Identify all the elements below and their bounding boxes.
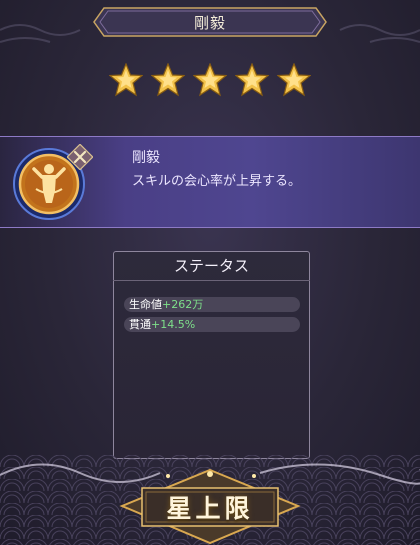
star-icon — [109, 63, 143, 97]
star-limit-button[interactable]: 星上限 — [118, 468, 302, 545]
star-icon — [193, 63, 227, 97]
stat-value: +14.5% — [151, 318, 196, 331]
status-title: ステータス — [113, 251, 310, 281]
page-title: 剛毅 — [193, 13, 226, 32]
skill-description: スキルの会心率が上昇する。 — [132, 174, 302, 189]
star-icon — [235, 63, 269, 97]
star-icon — [151, 63, 185, 97]
status-panel — [113, 251, 310, 459]
stat-value: +262万 — [162, 298, 204, 311]
stat-row: 生命値+262万 — [124, 297, 300, 312]
stat-label: 貫通 — [129, 318, 151, 331]
skill-name: 剛毅 — [132, 150, 160, 166]
star-icon — [277, 63, 311, 97]
title-banner: 剛毅 — [92, 6, 328, 38]
crossed-weapons-icon — [67, 144, 93, 170]
star-rating — [0, 63, 420, 97]
stat-row: 貫通+14.5% — [124, 317, 300, 332]
star-limit-label: 星上限 — [166, 493, 254, 523]
stat-label: 生命値 — [129, 298, 162, 311]
